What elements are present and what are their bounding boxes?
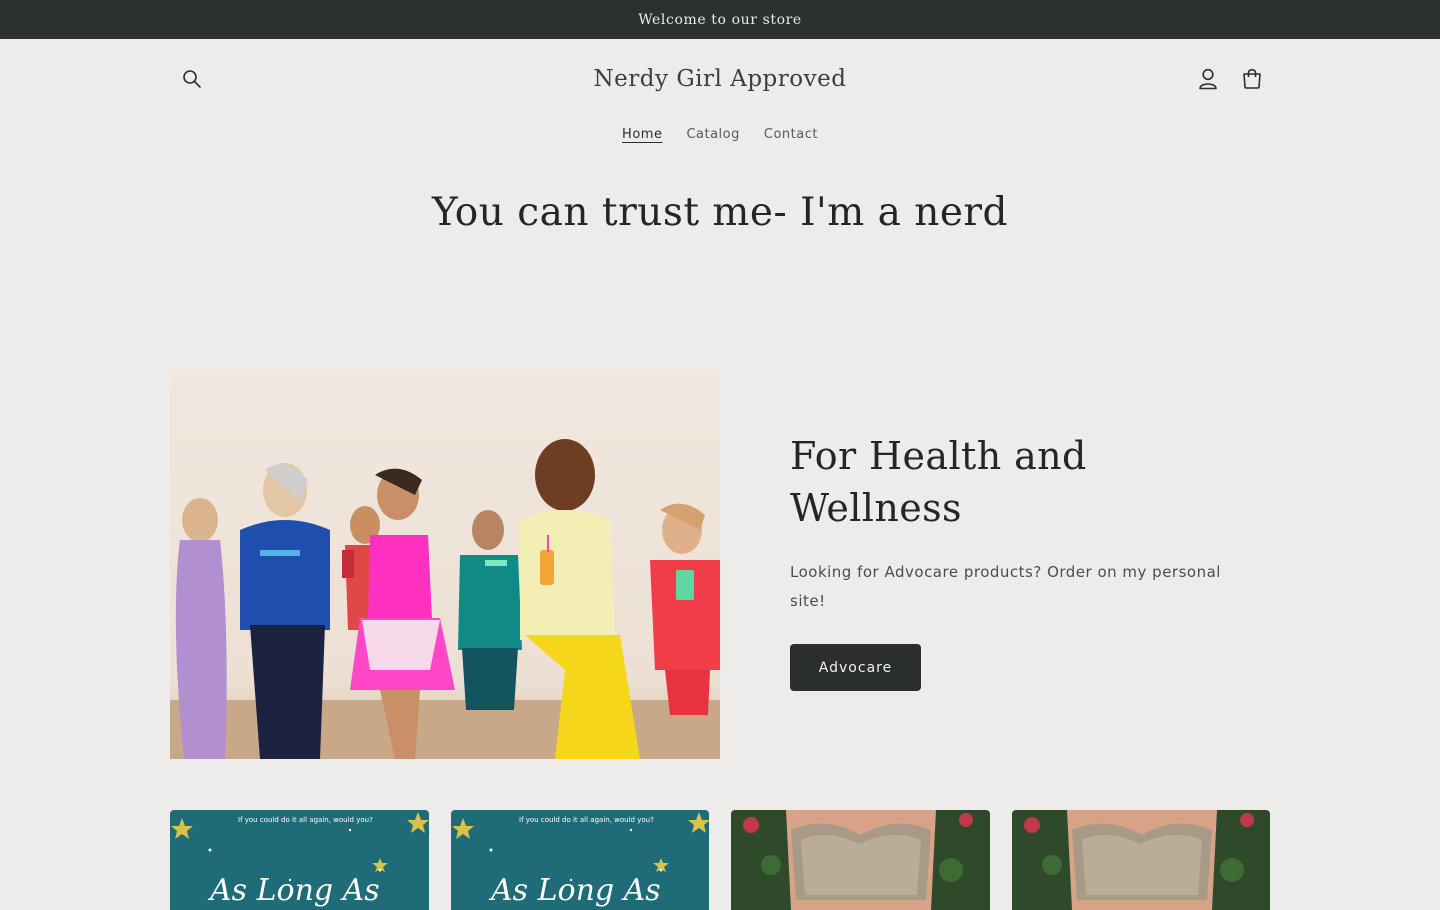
advocare-button[interactable]: Advocare xyxy=(790,644,921,691)
book-cover-title-2: As Long As xyxy=(488,873,661,908)
account-button[interactable] xyxy=(1194,65,1222,93)
hero-title: You can trust me- I'm a nerd xyxy=(431,190,1009,235)
announcement-text: Welcome to our store xyxy=(638,11,802,28)
feature-heading: For Health and Wellness xyxy=(790,434,1087,530)
product-card-book-2[interactable]: If you could do it all again, would you?… xyxy=(450,810,709,910)
book-cover-title-1: As Long As xyxy=(207,873,380,908)
book-cover-image: If you could do it all again, would you?… xyxy=(170,810,429,910)
feature-text: For Health and Wellness Looking for Advo… xyxy=(790,430,1230,691)
feature-description: Looking for Advocare products? Order on … xyxy=(790,563,1221,610)
nav-contact[interactable]: Contact xyxy=(764,123,818,142)
product-grid: If you could do it all again, would you?… xyxy=(170,810,1270,910)
product-card-dress-1[interactable] xyxy=(731,810,990,910)
search-icon xyxy=(183,70,201,88)
search-button[interactable] xyxy=(178,65,206,93)
site-header: Nerdy Girl Approved xyxy=(170,39,1270,123)
book-cover-tagline-1: If you could do it all again, would you? xyxy=(238,816,373,824)
announcement-bar: Welcome to our store xyxy=(0,0,1440,39)
cart-icon xyxy=(1243,68,1261,89)
book-cover-tagline-2: If you could do it all again, would you? xyxy=(519,816,654,824)
cart-button[interactable] xyxy=(1238,65,1266,93)
dress-photo xyxy=(1011,810,1270,910)
main-nav: Home Catalog Contact xyxy=(0,123,1440,159)
account-icon xyxy=(1199,68,1217,90)
nav-catalog[interactable]: Catalog xyxy=(686,123,739,142)
wellness-group-photo xyxy=(170,370,720,759)
nav-home[interactable]: Home xyxy=(622,123,662,142)
product-card-book-1[interactable]: If you could do it all again, would you?… xyxy=(170,810,429,910)
book-cover-image: If you could do it all again, would you?… xyxy=(450,810,709,910)
feature-section: For Health and Wellness Looking for Advo… xyxy=(170,370,1270,759)
dress-photo xyxy=(731,810,990,910)
product-card-dress-2[interactable] xyxy=(1011,810,1270,910)
store-logo[interactable]: Nerdy Girl Approved xyxy=(594,66,847,92)
